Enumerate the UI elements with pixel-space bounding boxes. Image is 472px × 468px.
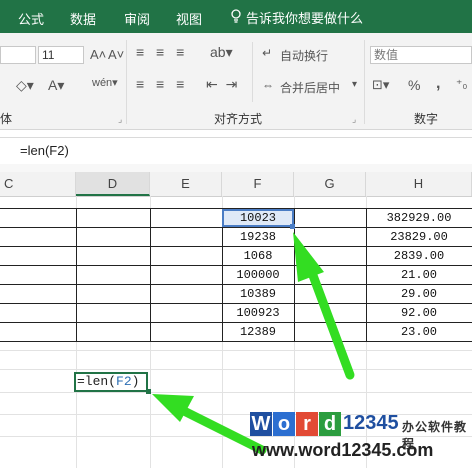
watermark-url: www.word12345.com xyxy=(252,440,434,460)
watermark-letter-r: r xyxy=(296,412,318,436)
arrow-to-f2-icon xyxy=(293,232,355,380)
watermark-letter-o: o xyxy=(273,412,295,436)
watermark-number: 12345 xyxy=(343,412,399,434)
arrow-to-formula-icon xyxy=(152,394,267,455)
watermark-letter-w: W xyxy=(250,412,272,436)
annotation-arrows xyxy=(152,232,355,455)
watermark-letter-d: d xyxy=(319,412,341,436)
